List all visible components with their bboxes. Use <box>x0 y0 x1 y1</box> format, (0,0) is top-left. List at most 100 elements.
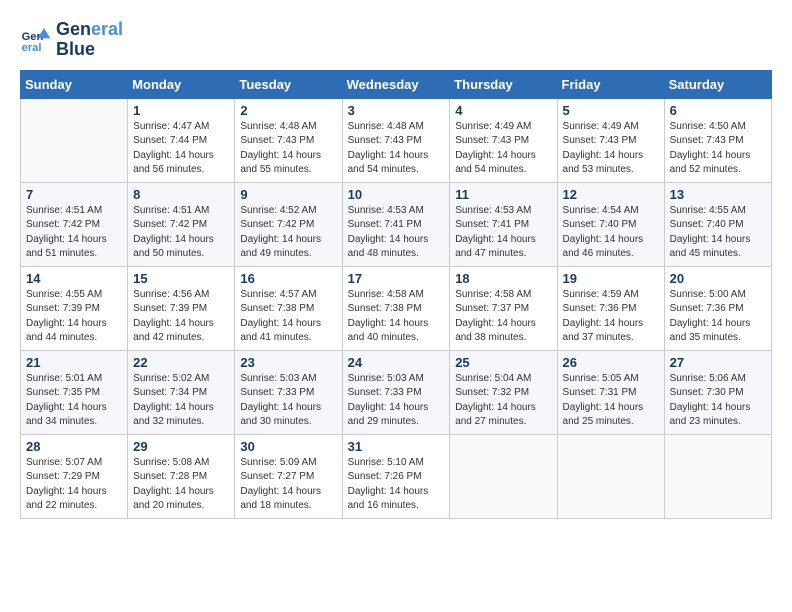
weekday-header-row: SundayMondayTuesdayWednesdayThursdayFrid… <box>21 70 772 98</box>
calendar-cell: 7 Sunrise: 4:51 AMSunset: 7:42 PMDayligh… <box>21 182 128 266</box>
day-number: 5 <box>563 103 659 118</box>
calendar-cell: 28 Sunrise: 5:07 AMSunset: 7:29 PMDaylig… <box>21 434 128 518</box>
day-number: 17 <box>348 271 445 286</box>
calendar-cell <box>450 434 557 518</box>
day-number: 14 <box>26 271 122 286</box>
logo: Gen eral GeneralBlue <box>20 20 123 60</box>
calendar-week-row-4: 21 Sunrise: 5:01 AMSunset: 7:35 PMDaylig… <box>21 350 772 434</box>
calendar-cell: 4 Sunrise: 4:49 AMSunset: 7:43 PMDayligh… <box>450 98 557 182</box>
calendar-cell: 21 Sunrise: 5:01 AMSunset: 7:35 PMDaylig… <box>21 350 128 434</box>
calendar-week-row-2: 7 Sunrise: 4:51 AMSunset: 7:42 PMDayligh… <box>21 182 772 266</box>
calendar-week-row-3: 14 Sunrise: 4:55 AMSunset: 7:39 PMDaylig… <box>21 266 772 350</box>
day-number: 26 <box>563 355 659 370</box>
day-info: Sunrise: 4:51 AMSunset: 7:42 PMDaylight:… <box>133 204 229 262</box>
day-number: 29 <box>133 439 229 454</box>
day-number: 16 <box>240 271 336 286</box>
day-info: Sunrise: 4:49 AMSunset: 7:43 PMDaylight:… <box>563 120 659 178</box>
day-info: Sunrise: 4:59 AMSunset: 7:36 PMDaylight:… <box>563 288 659 346</box>
day-info: Sunrise: 4:49 AMSunset: 7:43 PMDaylight:… <box>455 120 551 178</box>
calendar-cell: 3 Sunrise: 4:48 AMSunset: 7:43 PMDayligh… <box>342 98 450 182</box>
day-number: 13 <box>670 187 766 202</box>
weekday-header-friday: Friday <box>557 70 664 98</box>
calendar-cell: 10 Sunrise: 4:53 AMSunset: 7:41 PMDaylig… <box>342 182 450 266</box>
weekday-header-monday: Monday <box>128 70 235 98</box>
day-info: Sunrise: 5:03 AMSunset: 7:33 PMDaylight:… <box>240 372 336 430</box>
calendar-cell <box>21 98 128 182</box>
calendar-cell: 1 Sunrise: 4:47 AMSunset: 7:44 PMDayligh… <box>128 98 235 182</box>
day-info: Sunrise: 4:48 AMSunset: 7:43 PMDaylight:… <box>240 120 336 178</box>
day-number: 9 <box>240 187 336 202</box>
calendar-week-row-1: 1 Sunrise: 4:47 AMSunset: 7:44 PMDayligh… <box>21 98 772 182</box>
day-number: 7 <box>26 187 122 202</box>
calendar-cell: 22 Sunrise: 5:02 AMSunset: 7:34 PMDaylig… <box>128 350 235 434</box>
day-info: Sunrise: 5:02 AMSunset: 7:34 PMDaylight:… <box>133 372 229 430</box>
day-info: Sunrise: 5:08 AMSunset: 7:28 PMDaylight:… <box>133 456 229 514</box>
calendar-cell: 18 Sunrise: 4:58 AMSunset: 7:37 PMDaylig… <box>450 266 557 350</box>
calendar-cell: 25 Sunrise: 5:04 AMSunset: 7:32 PMDaylig… <box>450 350 557 434</box>
day-info: Sunrise: 4:50 AMSunset: 7:43 PMDaylight:… <box>670 120 766 178</box>
day-info: Sunrise: 4:48 AMSunset: 7:43 PMDaylight:… <box>348 120 445 178</box>
day-info: Sunrise: 5:00 AMSunset: 7:36 PMDaylight:… <box>670 288 766 346</box>
page-header: Gen eral GeneralBlue <box>20 20 772 60</box>
logo-icon: Gen eral <box>20 24 52 56</box>
day-info: Sunrise: 4:54 AMSunset: 7:40 PMDaylight:… <box>563 204 659 262</box>
day-info: Sunrise: 5:06 AMSunset: 7:30 PMDaylight:… <box>670 372 766 430</box>
day-info: Sunrise: 4:47 AMSunset: 7:44 PMDaylight:… <box>133 120 229 178</box>
day-number: 27 <box>670 355 766 370</box>
day-number: 24 <box>348 355 445 370</box>
day-info: Sunrise: 4:55 AMSunset: 7:39 PMDaylight:… <box>26 288 122 346</box>
calendar-cell: 9 Sunrise: 4:52 AMSunset: 7:42 PMDayligh… <box>235 182 342 266</box>
day-number: 22 <box>133 355 229 370</box>
day-number: 3 <box>348 103 445 118</box>
weekday-header-saturday: Saturday <box>664 70 771 98</box>
calendar-cell: 29 Sunrise: 5:08 AMSunset: 7:28 PMDaylig… <box>128 434 235 518</box>
day-number: 30 <box>240 439 336 454</box>
day-number: 25 <box>455 355 551 370</box>
day-number: 4 <box>455 103 551 118</box>
calendar-week-row-5: 28 Sunrise: 5:07 AMSunset: 7:29 PMDaylig… <box>21 434 772 518</box>
day-info: Sunrise: 4:55 AMSunset: 7:40 PMDaylight:… <box>670 204 766 262</box>
calendar-cell: 17 Sunrise: 4:58 AMSunset: 7:38 PMDaylig… <box>342 266 450 350</box>
weekday-header-sunday: Sunday <box>21 70 128 98</box>
weekday-header-wednesday: Wednesday <box>342 70 450 98</box>
calendar-cell: 19 Sunrise: 4:59 AMSunset: 7:36 PMDaylig… <box>557 266 664 350</box>
calendar-cell: 23 Sunrise: 5:03 AMSunset: 7:33 PMDaylig… <box>235 350 342 434</box>
day-number: 31 <box>348 439 445 454</box>
day-info: Sunrise: 4:51 AMSunset: 7:42 PMDaylight:… <box>26 204 122 262</box>
logo-text: GeneralBlue <box>56 20 123 60</box>
calendar-cell <box>664 434 771 518</box>
calendar-cell: 30 Sunrise: 5:09 AMSunset: 7:27 PMDaylig… <box>235 434 342 518</box>
day-number: 19 <box>563 271 659 286</box>
day-info: Sunrise: 4:53 AMSunset: 7:41 PMDaylight:… <box>455 204 551 262</box>
weekday-header-tuesday: Tuesday <box>235 70 342 98</box>
day-number: 15 <box>133 271 229 286</box>
day-number: 23 <box>240 355 336 370</box>
calendar-cell: 15 Sunrise: 4:56 AMSunset: 7:39 PMDaylig… <box>128 266 235 350</box>
weekday-header-thursday: Thursday <box>450 70 557 98</box>
svg-text:eral: eral <box>22 42 42 54</box>
calendar-cell: 16 Sunrise: 4:57 AMSunset: 7:38 PMDaylig… <box>235 266 342 350</box>
day-info: Sunrise: 4:58 AMSunset: 7:38 PMDaylight:… <box>348 288 445 346</box>
day-number: 11 <box>455 187 551 202</box>
calendar-cell: 8 Sunrise: 4:51 AMSunset: 7:42 PMDayligh… <box>128 182 235 266</box>
day-number: 10 <box>348 187 445 202</box>
day-number: 8 <box>133 187 229 202</box>
day-info: Sunrise: 5:04 AMSunset: 7:32 PMDaylight:… <box>455 372 551 430</box>
calendar-cell: 2 Sunrise: 4:48 AMSunset: 7:43 PMDayligh… <box>235 98 342 182</box>
day-info: Sunrise: 5:09 AMSunset: 7:27 PMDaylight:… <box>240 456 336 514</box>
calendar-cell: 26 Sunrise: 5:05 AMSunset: 7:31 PMDaylig… <box>557 350 664 434</box>
calendar-cell: 24 Sunrise: 5:03 AMSunset: 7:33 PMDaylig… <box>342 350 450 434</box>
day-number: 18 <box>455 271 551 286</box>
day-number: 28 <box>26 439 122 454</box>
day-number: 20 <box>670 271 766 286</box>
day-info: Sunrise: 5:05 AMSunset: 7:31 PMDaylight:… <box>563 372 659 430</box>
calendar-cell: 6 Sunrise: 4:50 AMSunset: 7:43 PMDayligh… <box>664 98 771 182</box>
calendar-cell: 12 Sunrise: 4:54 AMSunset: 7:40 PMDaylig… <box>557 182 664 266</box>
calendar-cell: 13 Sunrise: 4:55 AMSunset: 7:40 PMDaylig… <box>664 182 771 266</box>
day-number: 1 <box>133 103 229 118</box>
day-number: 6 <box>670 103 766 118</box>
calendar-cell: 31 Sunrise: 5:10 AMSunset: 7:26 PMDaylig… <box>342 434 450 518</box>
calendar-cell <box>557 434 664 518</box>
calendar-cell: 14 Sunrise: 4:55 AMSunset: 7:39 PMDaylig… <box>21 266 128 350</box>
day-number: 2 <box>240 103 336 118</box>
